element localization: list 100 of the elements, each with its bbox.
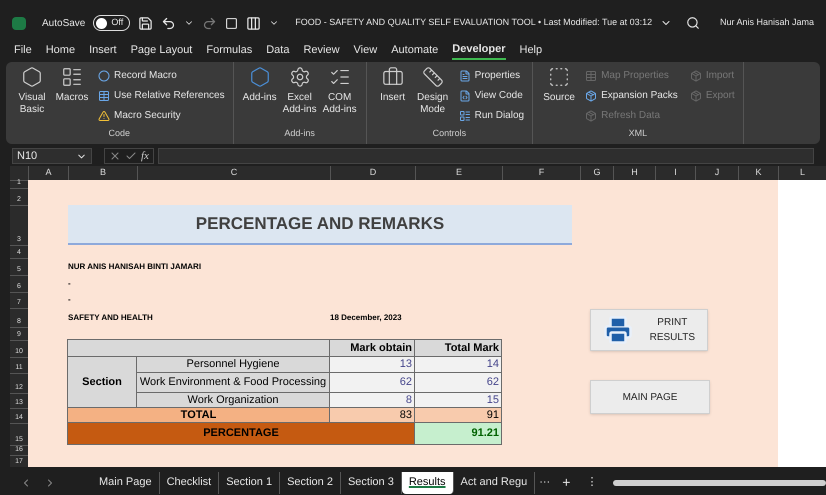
ribbon-small-button[interactable]: Record Macro — [98, 66, 225, 85]
ribbon-group-label: Add-ins — [283, 126, 316, 140]
title-banner: PERCENTAGE AND REMARKS — [68, 205, 572, 245]
function-icon[interactable]: fx — [141, 148, 149, 164]
person-name: NUR ANIS HANISAH BINTI JAMARI — [68, 260, 202, 272]
table-cell: 8 — [329, 392, 415, 408]
options-button[interactable]: ⋮ — [578, 474, 606, 491]
ribbon-small-icon — [690, 70, 702, 82]
column-header[interactable]: I — [655, 166, 695, 180]
menu-tab[interactable]: Help — [520, 40, 542, 60]
ribbon-small-icon — [585, 90, 598, 102]
column-header[interactable]: A — [28, 166, 68, 180]
search-icon[interactable] — [686, 16, 700, 30]
ribbon-small-button[interactable]: Run Dialog — [458, 106, 524, 126]
ribbon-small-button[interactable]: Use Relative References — [98, 86, 225, 106]
menu-tab[interactable]: Insert — [89, 40, 117, 60]
ribbon-small-icon — [690, 90, 702, 102]
ribbon-button[interactable]: Source — [541, 66, 578, 126]
ribbon-button[interactable]: Design Mode — [414, 66, 451, 126]
sheet-tab[interactable]: Act and Regu — [454, 472, 536, 494]
print-results-button[interactable]: PRINT RESULTS — [590, 309, 708, 351]
ribbon-small-icon — [585, 110, 598, 122]
column-header[interactable]: H — [613, 166, 655, 180]
ribbon-small-icon — [98, 110, 110, 122]
ribbon-button[interactable]: Add-ins — [242, 66, 278, 126]
name-box[interactable]: N10 — [12, 148, 92, 164]
sheet-tab[interactable]: Section 1 — [219, 472, 280, 494]
menu-tab[interactable]: Review — [303, 40, 340, 60]
sheet-tab[interactable]: Main Page — [92, 472, 160, 494]
window-icon[interactable] — [225, 16, 238, 30]
ribbon-small-button[interactable]: Macro Security — [98, 106, 225, 126]
ribbon-icon — [248, 66, 271, 88]
menu-tab[interactable]: Home — [46, 40, 76, 60]
ribbon-button[interactable]: Excel Add-ins — [282, 66, 318, 126]
column-header[interactable]: K — [738, 166, 778, 180]
department-text: SAFETY AND HEALTH — [68, 312, 154, 324]
menu-tab[interactable]: Page Layout — [130, 40, 192, 60]
autosave-toggle[interactable]: Off — [93, 15, 130, 31]
column-header[interactable]: D — [330, 166, 415, 180]
formula-field[interactable] — [158, 148, 814, 164]
menu-tab[interactable]: Formulas — [206, 40, 252, 60]
column-header[interactable]: C — [137, 166, 330, 180]
ribbon-small-button[interactable]: Expansion Packs — [585, 86, 678, 106]
main-page-button[interactable]: MAIN PAGE — [590, 380, 710, 414]
table-cell: Section — [67, 356, 137, 408]
toggle-knob-icon — [96, 18, 108, 28]
redo-icon[interactable] — [202, 16, 218, 30]
sheet-tab[interactable]: Section 2 — [280, 472, 341, 494]
column-header[interactable]: E — [415, 166, 502, 180]
autosave-label: AutoSave — [42, 16, 86, 30]
ribbon-button[interactable]: Visual Basic — [14, 66, 50, 126]
column-header[interactable]: G — [580, 166, 613, 180]
ribbon-icon — [61, 66, 83, 88]
menu-tab[interactable]: View — [354, 40, 378, 60]
add-sheet-button[interactable]: + — [554, 472, 578, 493]
table-cell: 13 — [329, 356, 415, 373]
menu-tab[interactable]: File — [14, 40, 32, 60]
window-title: FOOD - SAFETY AND QUALITY SELF EVALUATION TOOL • Last Modified: Tue at 03:12 — [295, 16, 652, 30]
sheet-tab[interactable]: Results — [402, 472, 454, 494]
save-icon[interactable] — [138, 16, 154, 30]
menu-tab[interactable]: Automate — [391, 40, 438, 60]
columns-icon[interactable] — [246, 16, 262, 30]
ribbon-small-button[interactable]: Properties — [458, 66, 524, 85]
table-cell: PERCENTAGE — [67, 422, 415, 445]
ribbon-icon — [382, 66, 404, 88]
excel-logo-icon — [12, 16, 26, 30]
date-text: 18 December, 2023 — [330, 312, 403, 324]
undo-icon[interactable] — [161, 16, 176, 30]
column-header[interactable]: L — [778, 166, 826, 180]
ribbon-button[interactable]: Insert — [374, 66, 411, 126]
ribbon-small-icon — [98, 70, 110, 82]
user-name: Nur Anis Hanisah Jama — [720, 16, 814, 30]
menu-tab[interactable]: Data — [266, 40, 290, 60]
ribbon-small-icon — [458, 90, 471, 102]
table-cell: Work Organization — [136, 392, 330, 408]
horizontal-scrollbar[interactable] — [613, 480, 826, 486]
ribbon-icon — [21, 66, 43, 88]
ribbon-group-label: XML — [628, 126, 648, 140]
column-header[interactable]: F — [502, 166, 580, 180]
ribbon-button[interactable]: Macros — [54, 66, 90, 126]
sheet-tab[interactable]: Checklist — [160, 472, 220, 494]
cancel-icon[interactable] — [109, 150, 121, 162]
column-header[interactable]: B — [68, 166, 137, 180]
table-cell: 91 — [414, 407, 502, 423]
ribbon-icon — [548, 66, 570, 88]
ribbon-button[interactable]: COM Add-ins — [322, 66, 358, 126]
table-cell: 62 — [414, 372, 502, 393]
ribbon-group-label: Controls — [432, 126, 468, 140]
menu-tab[interactable]: Developer — [452, 40, 506, 60]
column-header[interactable]: J — [695, 166, 738, 180]
ribbon-small-icon — [585, 70, 598, 82]
more-sheets-button[interactable]: ··· — [535, 474, 554, 491]
enter-icon[interactable] — [125, 150, 137, 162]
table-cell: 91.21 — [414, 422, 502, 445]
printer-icon — [603, 315, 633, 345]
ribbon-icon — [288, 66, 311, 88]
table-cell: 62 — [329, 372, 415, 393]
ribbon-small-button[interactable]: View Code — [458, 86, 524, 106]
table-cell: Personnel Hygiene — [136, 356, 330, 373]
table-cell: 15 — [414, 392, 502, 408]
